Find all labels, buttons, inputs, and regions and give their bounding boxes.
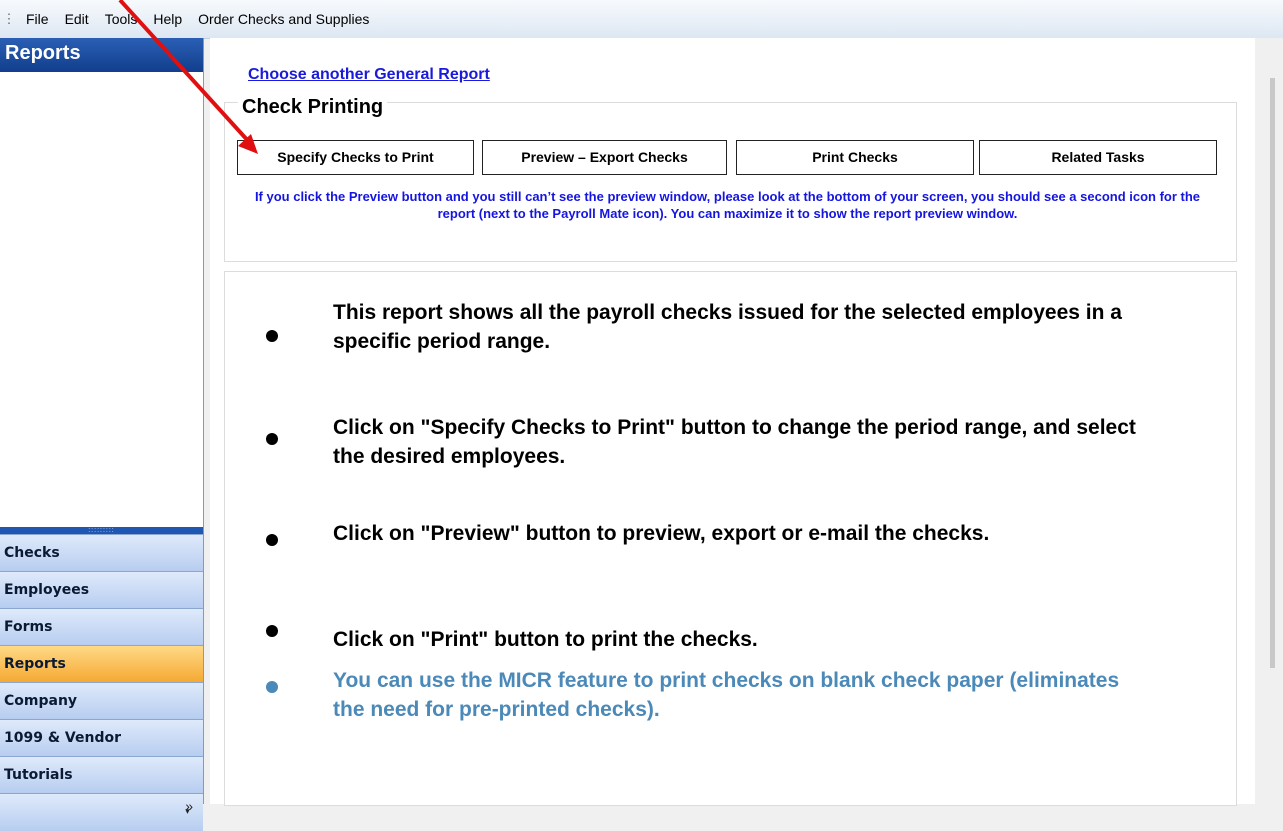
menu-grip-icon: ⋮ — [2, 11, 16, 26]
preview-instruction: Click on "Preview" button to preview, ex… — [333, 522, 990, 545]
nav-item-employees[interactable]: Employees — [0, 571, 203, 608]
choose-general-report-link[interactable]: Choose another General Report — [248, 66, 490, 84]
navigation-pane: Reports ::::::::: Checks Employees Forms… — [0, 38, 204, 831]
preview-help-note: If you click the Preview button and you … — [254, 189, 1201, 221]
menu-edit[interactable]: Edit — [57, 11, 97, 27]
print-instruction: Click on "Print" button to print the che… — [333, 628, 758, 651]
nav-content-area — [0, 72, 203, 527]
bullet-icon — [266, 681, 278, 693]
check-printing-group — [224, 102, 1237, 262]
nav-item-reports[interactable]: Reports — [0, 645, 203, 682]
menu-bar: ⋮ File Edit Tools Help Order Checks and … — [0, 0, 1283, 39]
vertical-scrollbar[interactable] — [1255, 38, 1283, 804]
nav-item-tutorials[interactable]: Tutorials — [0, 756, 203, 793]
specify-instruction: Click on "Specify Checks to Print" butto… — [333, 416, 1136, 468]
nav-item-company[interactable]: Company — [0, 682, 203, 719]
nav-item-forms[interactable]: Forms — [0, 608, 203, 645]
menu-file[interactable]: File — [18, 11, 57, 27]
related-tasks-button[interactable]: Related Tasks — [979, 140, 1217, 175]
menu-tools[interactable]: Tools — [97, 11, 146, 27]
specify-checks-button[interactable]: Specify Checks to Print — [237, 140, 474, 175]
print-checks-button[interactable]: Print Checks — [736, 140, 974, 175]
scrollbar-thumb[interactable] — [1270, 78, 1275, 668]
description-text: This report shows all the payroll checks… — [333, 301, 1122, 353]
chevron-double-right-icon[interactable]: » ▾ — [185, 798, 193, 817]
menu-order-checks[interactable]: Order Checks and Supplies — [190, 11, 377, 27]
bullet-icon — [266, 330, 278, 342]
bullet-icon — [266, 625, 278, 637]
nav-item-checks[interactable]: Checks — [0, 534, 203, 571]
preview-export-button[interactable]: Preview – Export Checks — [482, 140, 727, 175]
micr-tip: You can use the MICR feature to print ch… — [333, 669, 1120, 721]
nav-item-1099-vendor[interactable]: 1099 & Vendor — [0, 719, 203, 756]
bullet-icon — [266, 534, 278, 546]
nav-splitter-handle[interactable]: ::::::::: — [0, 527, 203, 534]
nav-overflow: » ▾ — [0, 793, 203, 831]
menu-help[interactable]: Help — [145, 11, 190, 27]
group-title: Check Printing — [238, 96, 388, 119]
bullet-icon — [266, 433, 278, 445]
nav-header: Reports — [0, 38, 203, 72]
